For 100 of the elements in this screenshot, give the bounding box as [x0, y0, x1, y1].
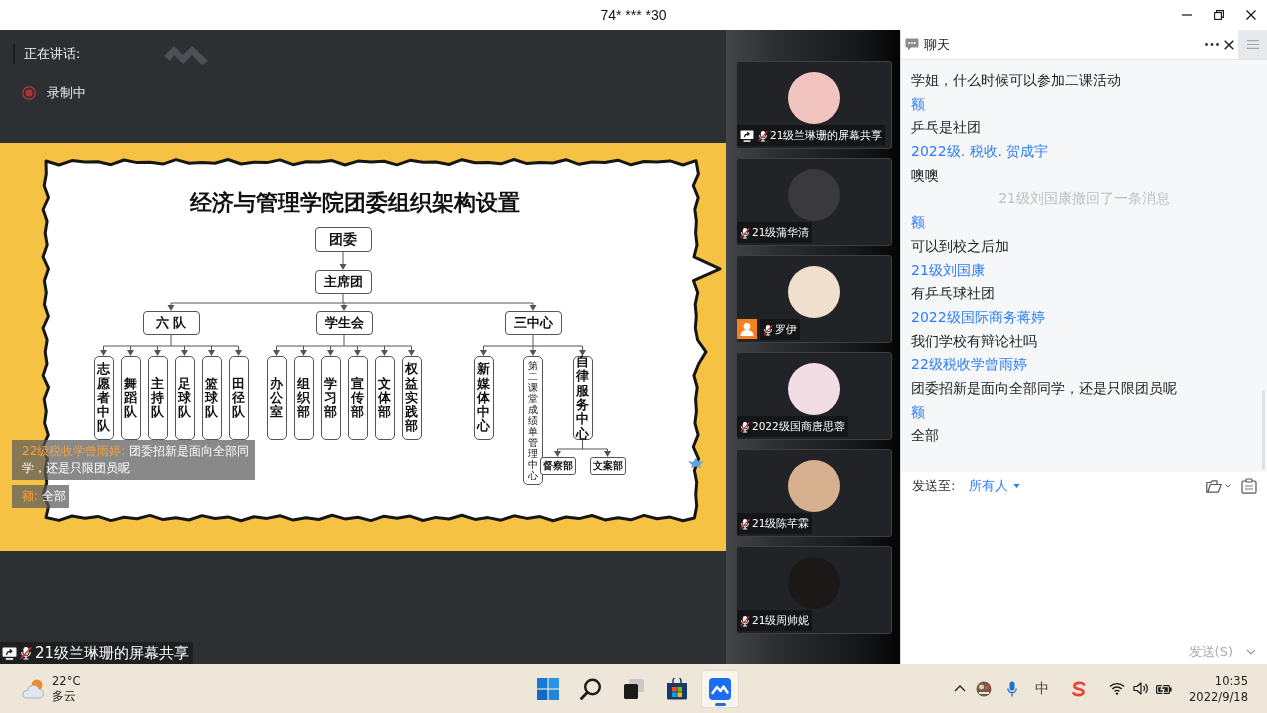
connector-arrow	[339, 251, 347, 270]
avatar	[788, 460, 840, 512]
folder-icon[interactable]	[1206, 479, 1222, 493]
clock-time[interactable]: 10:35	[1214, 672, 1248, 689]
org-node: 自律服务中心	[572, 356, 593, 440]
screen-share-name: 21级兰琳珊的屏幕共享	[35, 643, 190, 663]
avatar	[788, 363, 840, 415]
participant-tile[interactable]: 21级兰琳珊的屏幕共享	[736, 61, 892, 149]
menu-icon	[1246, 40, 1259, 49]
temperature[interactable]: 22°C	[52, 673, 81, 689]
restore-icon	[1214, 10, 1224, 20]
connector-arrow	[554, 448, 561, 457]
sender-name: 2022级国际商务蒋婷	[911, 308, 1045, 325]
participant-tile[interactable]: 21级陈芊霖	[736, 449, 892, 537]
search-icon	[579, 677, 602, 700]
caret-icon	[1013, 484, 1021, 488]
speaking-label: 正在讲话:	[24, 45, 81, 63]
avatar	[788, 266, 840, 318]
participant-name: 2022级国商唐思蓉	[752, 419, 845, 434]
connector-arrow	[480, 345, 487, 356]
chevron-up-icon[interactable]	[954, 685, 967, 692]
org-node: 志愿者中队	[93, 356, 114, 440]
avatar	[788, 72, 840, 124]
connector-arrow	[300, 345, 307, 356]
input-method-indicator[interactable]: 中	[1035, 679, 1050, 698]
connector-arrow	[604, 448, 611, 457]
org-node: 舞蹈队	[120, 356, 141, 440]
participant-name: 21级陈芊霖	[752, 516, 810, 531]
connector-arrow	[529, 345, 537, 356]
participant-tile[interactable]: 21级周帅妮	[736, 546, 892, 634]
close-icon[interactable]	[1224, 39, 1234, 50]
org-node: 第二课堂成绩单管理中心	[523, 356, 543, 485]
org-node: 主席团	[314, 270, 372, 294]
participant-name: 21级蒲华清	[752, 225, 810, 240]
connector-arrow	[354, 345, 361, 356]
org-node: 田径队	[228, 356, 249, 440]
message-text: 有乒乓球社团	[911, 285, 995, 302]
microphone-icon[interactable]	[1007, 680, 1018, 697]
message-text: 噢噢	[911, 166, 939, 183]
connector-arrow	[273, 345, 280, 356]
clock-date[interactable]: 2022/9/18	[1189, 688, 1248, 705]
connector-arrow	[208, 345, 215, 356]
message-text: 乒乓是社团	[911, 119, 981, 136]
logo-icon	[164, 43, 209, 65]
org-node: 文案部	[589, 457, 626, 475]
message-text: 我们学校有辩论社吗	[911, 332, 1037, 349]
task-view-icon	[622, 677, 645, 700]
org-node: 篮球队	[201, 356, 222, 440]
start-icon	[536, 677, 559, 700]
volume-icon[interactable]	[1133, 682, 1149, 695]
org-node: 团委	[314, 227, 372, 252]
input-method-icon[interactable]	[1071, 680, 1088, 697]
star-icon	[688, 458, 704, 468]
sender-name: 22级税收学曾雨婷	[911, 356, 1027, 373]
participant-name: 21级兰琳珊的屏幕共享	[770, 128, 883, 143]
connector-arrow	[100, 345, 107, 356]
message-text: 学姐，什么时候可以参加二课活动	[911, 72, 1121, 88]
org-node: 足球队	[174, 356, 195, 440]
org-node: 学生会	[315, 311, 373, 335]
wifi-icon[interactable]	[1109, 682, 1126, 695]
participant-tile[interactable]: 21级蒲华清	[736, 158, 892, 246]
connector-arrow	[235, 345, 242, 356]
clipboard-icon[interactable]	[1241, 478, 1257, 494]
sender-name: 额	[911, 214, 925, 231]
connector-arrow	[381, 345, 388, 356]
connector-arrow	[181, 345, 188, 356]
sender-name: 21级刘国康	[911, 261, 985, 278]
connector-arrow	[340, 302, 348, 311]
org-node: 督察部	[539, 457, 576, 475]
org-node: 主持队	[147, 356, 168, 440]
chat-title: 聊天	[924, 35, 950, 54]
tray-app-icon[interactable]	[976, 680, 993, 697]
connector-arrow	[154, 345, 161, 356]
connector-arrow	[579, 345, 586, 356]
battery-icon[interactable]	[1156, 682, 1173, 695]
participant-name: 罗伊	[775, 322, 797, 337]
org-node: 权益实践部	[401, 356, 422, 440]
window-title: 74* *** *30	[600, 7, 667, 23]
app-icon	[708, 677, 731, 700]
org-node: 文体部	[374, 356, 395, 440]
weather-condition[interactable]: 多云	[52, 688, 81, 704]
org-node: 新媒体中心	[473, 356, 494, 440]
participant-tile[interactable]: 2022级国商唐思蓉	[736, 352, 892, 440]
recipient-dropdown[interactable]: 所有人	[969, 477, 1021, 495]
sender-name: 额	[911, 403, 925, 420]
connector-line	[557, 439, 608, 450]
sender-name: 2022级. 税收. 贺成宇	[911, 143, 1049, 160]
participant-tile[interactable]: 罗伊	[736, 255, 892, 343]
more-icon[interactable]	[1205, 43, 1219, 46]
connector-arrow	[408, 345, 415, 356]
store-icon	[665, 677, 688, 700]
message-text: 全部	[911, 427, 939, 444]
org-node: 学习部	[320, 356, 341, 440]
org-node: 宣传部	[347, 356, 368, 440]
sender-name: 额	[911, 95, 925, 112]
chevron-down-icon[interactable]	[1225, 484, 1231, 488]
org-node: 办公室	[266, 356, 287, 440]
connector-arrow	[167, 302, 175, 311]
org-node: 六 队	[142, 311, 200, 335]
recording-icon	[22, 86, 36, 100]
